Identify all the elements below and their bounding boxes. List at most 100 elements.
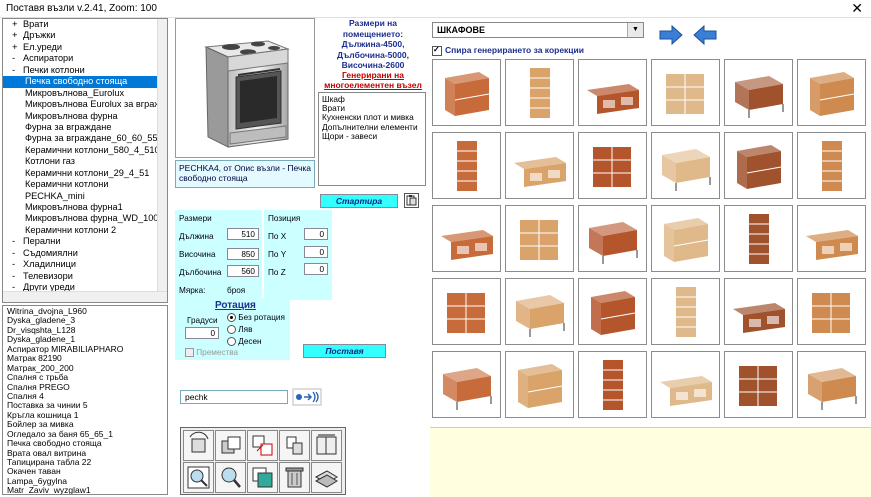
stop-generation-checkbox[interactable]: Спира генерирането за корекции: [432, 44, 632, 56]
place-button[interactable]: Поставя: [303, 344, 386, 358]
tree-item[interactable]: - Перални: [3, 236, 167, 247]
tree-item[interactable]: Керамични котлони: [3, 179, 167, 190]
tree-item[interactable]: + Ел.уреди: [3, 42, 167, 53]
furniture-thumbnail[interactable]: [432, 205, 501, 272]
furniture-thumbnail[interactable]: [432, 351, 501, 418]
expand-icon[interactable]: +: [12, 30, 18, 41]
tree-item[interactable]: - Печки котлони: [3, 65, 167, 76]
furniture-thumbnail[interactable]: [578, 132, 647, 199]
furniture-thumbnail[interactable]: [797, 351, 866, 418]
collapse-icon[interactable]: -: [12, 65, 15, 76]
trash-icon[interactable]: [279, 462, 310, 493]
furniture-thumbnail[interactable]: [505, 205, 574, 272]
collapse-icon[interactable]: -: [12, 271, 15, 282]
zoom-tool-icon[interactable]: [215, 462, 246, 493]
generated-elements-list[interactable]: Шкаф Врати Кухненски плот и мивка Допълните…: [318, 92, 426, 186]
furniture-thumbnail[interactable]: [797, 205, 866, 272]
zoom-fit-tool-icon[interactable]: [183, 462, 214, 493]
paste-tool-icon[interactable]: [279, 430, 310, 461]
history-list[interactable]: Witrina_dvojna_L960 Dyska_gladene_3 Dr_vis…: [2, 305, 168, 495]
tree-item[interactable]: Микровълнова Eurolux за вграж: [3, 99, 167, 110]
collapse-icon[interactable]: -: [12, 248, 15, 259]
move-checkbox[interactable]: Премества: [185, 348, 238, 358]
furniture-thumbnail[interactable]: [578, 278, 647, 345]
length-input[interactable]: 510: [227, 228, 259, 240]
tree-item[interactable]: + Дръжки: [3, 30, 167, 41]
furniture-thumbnail[interactable]: [651, 132, 720, 199]
furniture-thumbnail[interactable]: [651, 205, 720, 272]
furniture-thumbnail[interactable]: [651, 278, 720, 345]
collapse-icon[interactable]: -: [12, 236, 15, 247]
tree-item[interactable]: Микровълнова фурна1: [3, 202, 167, 213]
category-select[interactable]: ШКАФОВЕ ▼: [432, 22, 644, 38]
tree-item[interactable]: Керамични котлони_580_4_510: [3, 145, 167, 156]
move-tool-icon[interactable]: [247, 430, 278, 461]
furniture-thumbnail[interactable]: [651, 351, 720, 418]
expand-icon[interactable]: +: [12, 19, 18, 30]
furniture-thumbnail[interactable]: [651, 59, 720, 126]
category-tree[interactable]: + Врати + Дръжки + Ел.уреди - Аспиратори - Печки …: [2, 18, 168, 303]
furniture-thumbnail[interactable]: [724, 59, 793, 126]
furniture-thumbnail[interactable]: [505, 59, 574, 126]
cabinet-tool-icon[interactable]: [311, 430, 342, 461]
expand-icon[interactable]: +: [12, 42, 18, 53]
pos-z-input[interactable]: 0: [304, 263, 328, 275]
furniture-thumbnail[interactable]: [724, 278, 793, 345]
tree-item[interactable]: - Телевизори: [3, 271, 167, 282]
tree-item[interactable]: PECHKA_mini: [3, 191, 167, 202]
pos-x-input[interactable]: 0: [304, 228, 328, 240]
layers-tool-icon[interactable]: [311, 462, 342, 493]
furniture-thumbnail[interactable]: [578, 205, 647, 272]
tree-item[interactable]: - Аспиратори: [3, 53, 167, 64]
tree-item[interactable]: - Съдомиялни: [3, 248, 167, 259]
furniture-thumbnail[interactable]: [505, 132, 574, 199]
start-button[interactable]: Стартира: [320, 194, 398, 208]
radio-right[interactable]: Десен: [227, 337, 262, 347]
furniture-thumbnail[interactable]: [505, 351, 574, 418]
tree-item[interactable]: Микровълнова фурна: [3, 111, 167, 122]
furniture-thumbnail[interactable]: [578, 351, 647, 418]
tree-vertical-scrollbar[interactable]: [157, 19, 167, 302]
tree-item[interactable]: Печка свободно стояща: [3, 76, 167, 88]
furniture-thumbnail[interactable]: [724, 205, 793, 272]
furniture-thumbnail[interactable]: [432, 278, 501, 345]
furniture-thumbnail[interactable]: [578, 59, 647, 126]
search-go-icon[interactable]: [292, 388, 322, 406]
arrow-right-icon[interactable]: [658, 24, 684, 46]
furniture-thumbnail[interactable]: [797, 59, 866, 126]
radio-left[interactable]: Ляв: [227, 325, 252, 335]
collapse-icon[interactable]: -: [12, 259, 15, 270]
tree-item[interactable]: - Хладилници: [3, 259, 167, 270]
furniture-thumbnail[interactable]: [724, 351, 793, 418]
history-item[interactable]: Matr_Zaviv_wyzglaw1: [3, 485, 167, 494]
paste-icon[interactable]: [404, 193, 419, 208]
radio-no-rotation[interactable]: Без ротация: [227, 313, 285, 323]
search-input[interactable]: pechk: [180, 390, 288, 404]
degrees-input[interactable]: 0: [185, 327, 219, 339]
tree-item[interactable]: Микровълнова_Eurolux: [3, 88, 167, 99]
furniture-thumbnail[interactable]: [432, 132, 501, 199]
tree-item[interactable]: Фурна за вграждане_60_60_55: [3, 133, 167, 144]
tree-item[interactable]: + Врати: [3, 19, 167, 30]
tree-item[interactable]: Керамични котлони_29_4_51: [3, 168, 167, 179]
select-area-tool-icon[interactable]: [247, 462, 278, 493]
depth-input[interactable]: 560: [227, 265, 259, 277]
tree-item[interactable]: Фурна за вграждане: [3, 122, 167, 133]
tree-item[interactable]: Котлони газ: [3, 156, 167, 167]
height-input[interactable]: 850: [227, 248, 259, 260]
tree-item[interactable]: Керамични котлони 2: [3, 225, 167, 236]
collapse-icon[interactable]: -: [12, 53, 15, 64]
furniture-thumbnail[interactable]: [797, 278, 866, 345]
arrow-left-icon[interactable]: [692, 24, 718, 46]
tree-item[interactable]: Микровълнова фурна_WD_1000: [3, 213, 167, 224]
tree-horizontal-scrollbar[interactable]: [3, 291, 167, 302]
pos-y-input[interactable]: 0: [304, 246, 328, 258]
generated-item[interactable]: Щори - завеси: [322, 131, 422, 141]
generated-multi-link[interactable]: Генерирани на многоелементен възел: [318, 70, 428, 90]
furniture-thumbnail[interactable]: [432, 59, 501, 126]
furniture-thumbnail[interactable]: [505, 278, 574, 345]
rotate-tool-icon[interactable]: [183, 430, 214, 461]
furniture-thumbnail[interactable]: [797, 132, 866, 199]
close-icon[interactable]: ✕: [851, 0, 863, 17]
copy-tool-icon[interactable]: [215, 430, 246, 461]
